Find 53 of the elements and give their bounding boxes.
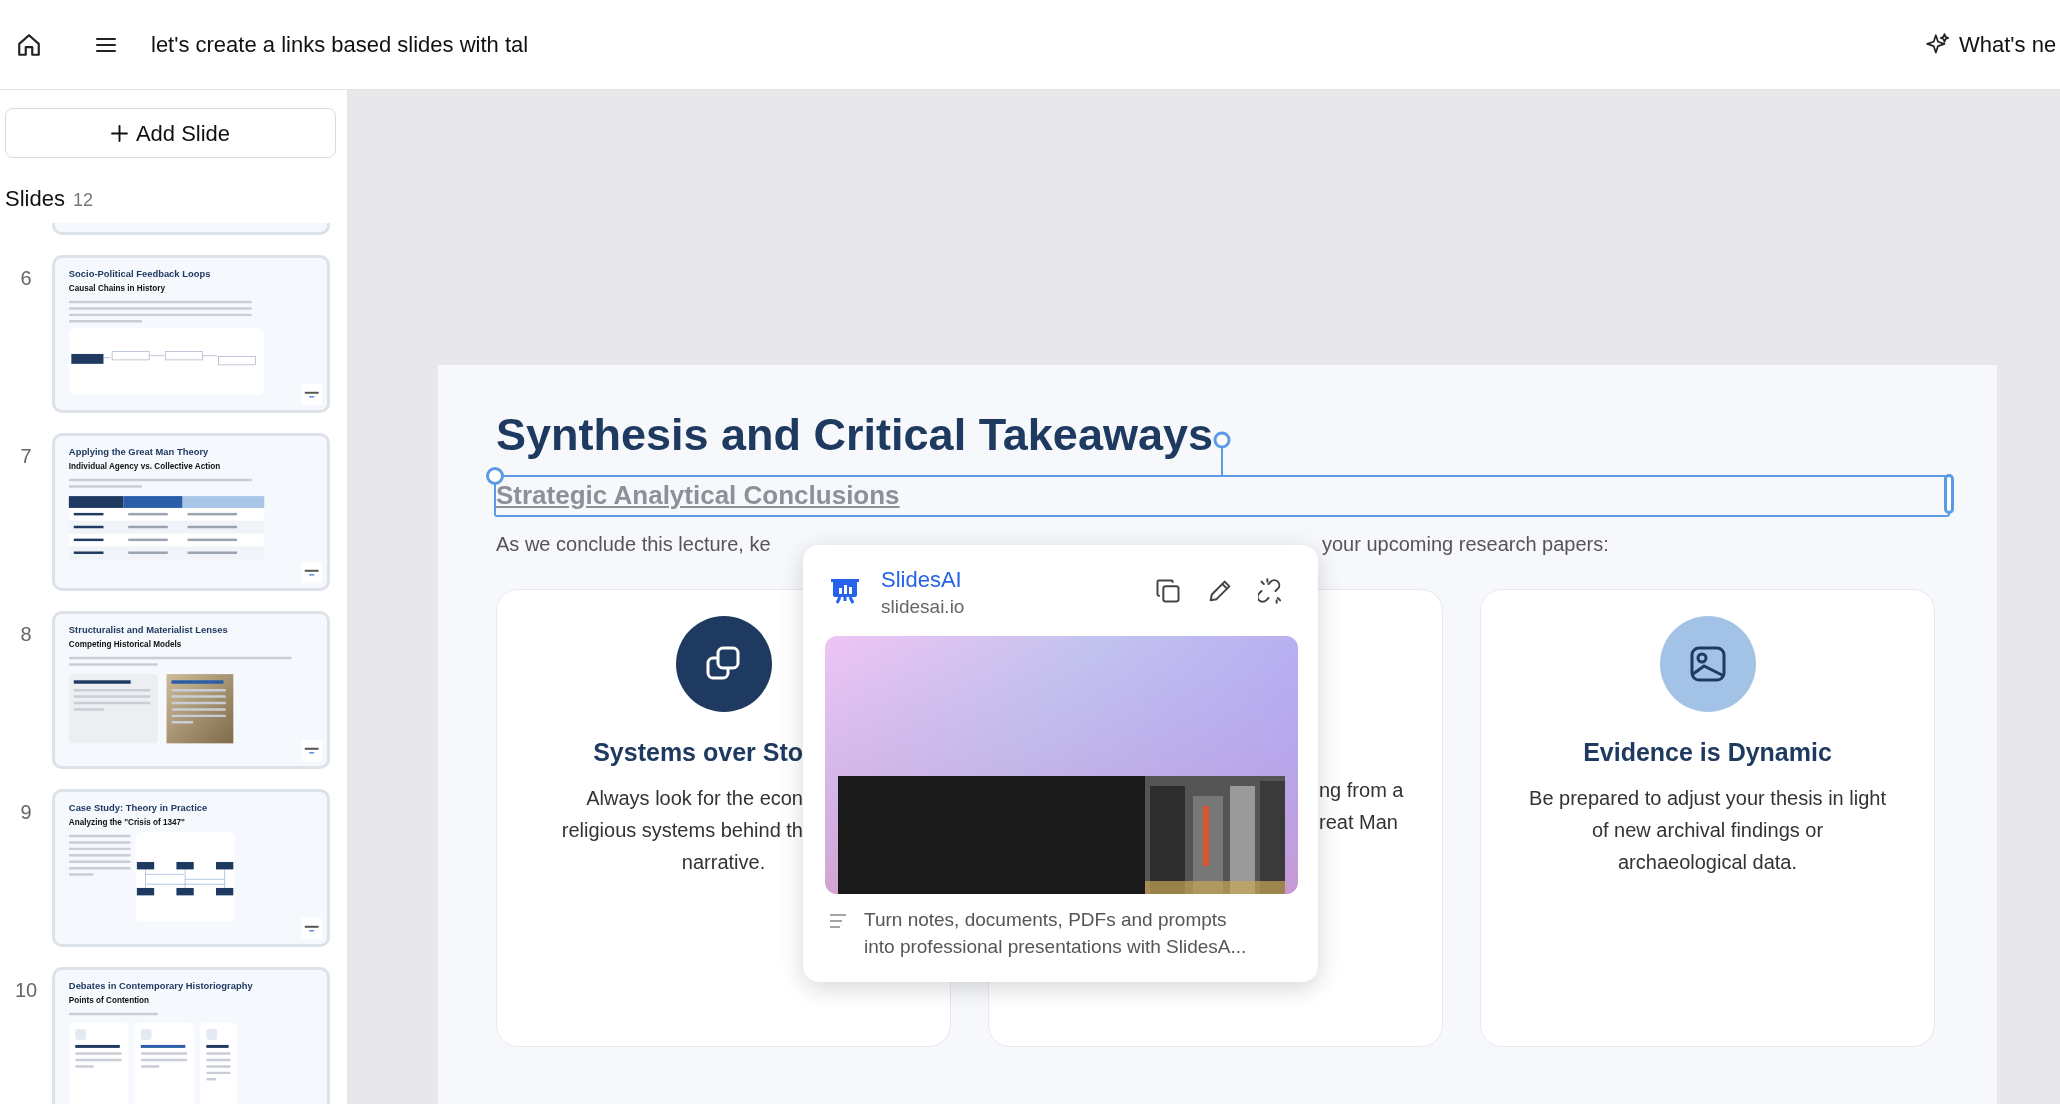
slide-number: 9 (19, 800, 33, 825)
copy-icon (1154, 577, 1182, 605)
intro-text: your upcoming research papers: (1322, 532, 1609, 558)
slide-subtitle: Causal Chains in History (68, 282, 165, 294)
intro-text: As we conclude this lecture, ke (496, 532, 771, 558)
slide-title: Case Study: Theory in Practice (68, 801, 208, 814)
slide-number: 6 (19, 266, 33, 291)
slide-number: 7 (19, 444, 33, 469)
home-icon (16, 31, 42, 58)
card-text: archaeological data. (1617, 849, 1798, 875)
slide-count: 12 (72, 189, 93, 212)
card-text: of new archival findings or (1590, 817, 1825, 843)
slide-title: Debates in Contemporary Historiography (68, 979, 253, 992)
whats-new-button[interactable]: What's ne (1925, 28, 2060, 61)
slide-thumbnail[interactable]: Socio-Political Feedback Loops Causal Chains in History (52, 255, 330, 413)
plus-icon (110, 124, 128, 142)
slide-title: Applying the Great Man Theory (68, 445, 209, 458)
preview-description: into professional presentations with SlidesA... (864, 934, 1247, 959)
site-domain: slidesai.io (881, 595, 965, 620)
card-heading: Evidence is Dynamic (1582, 737, 1833, 769)
card-heading: Systems over Sto (592, 737, 804, 769)
card-text: Be prepared to adjust your thesis in light (1528, 785, 1887, 811)
slide-title: Structuralist and Materialist Lenses (68, 623, 228, 636)
site-link[interactable]: SlidesAI (881, 567, 965, 594)
slide-thumbnail[interactable]: Case Study: Theory in Practice Analyzing the "Crisis of 1347" (52, 789, 330, 947)
home-button[interactable] (16, 31, 42, 58)
copy-button[interactable] (1154, 577, 1182, 605)
resize-handle[interactable] (1944, 474, 1954, 515)
slide-title: Socio-Political Feedback Loops (68, 267, 211, 280)
slide-thumbnail[interactable] (52, 223, 330, 235)
slide-subtitle: Individual Agency vs. Collective Action (68, 460, 221, 472)
card-text: narrative. (680, 849, 767, 875)
slide-number: 8 (19, 622, 33, 647)
slide-subtitle: Competing Historical Models (68, 638, 182, 650)
slide-subtitle: Analyzing the "Crisis of 1347" (68, 816, 185, 828)
card-text: religious systems behind th (560, 817, 804, 843)
slide-number: 10 (13, 978, 39, 1003)
slide-title: Synthesis and Critical Takeaways (496, 408, 1213, 462)
presentation-board-icon (831, 577, 859, 605)
card-text: ng from a (1318, 778, 1405, 804)
slide-thumbnail[interactable]: Applying the Great Man Theory Individual Agency vs. Collective Action (52, 433, 330, 591)
rotate-handle[interactable] (1213, 431, 1231, 476)
card-text: reat Man (1318, 810, 1399, 836)
slide-subtitle: Points of Contention (68, 994, 150, 1006)
add-slide-button[interactable]: Add Slide (5, 108, 336, 158)
resize-handle[interactable] (486, 467, 504, 486)
slide-thumbnail[interactable]: Structuralist and Materialist Lenses Competing Historical Models (52, 611, 330, 769)
slide-thumbnail[interactable]: Debates in Contemporary Historiography Points of Contention (52, 967, 330, 1104)
text-lines-icon (828, 911, 848, 930)
document-title: let's create a links based slides with tal (151, 31, 529, 59)
preview-description: Turn notes, documents, PDFs and prompts (864, 907, 1228, 932)
card-text: Always look for the econ (585, 785, 804, 811)
section-label: Slides (5, 185, 65, 213)
